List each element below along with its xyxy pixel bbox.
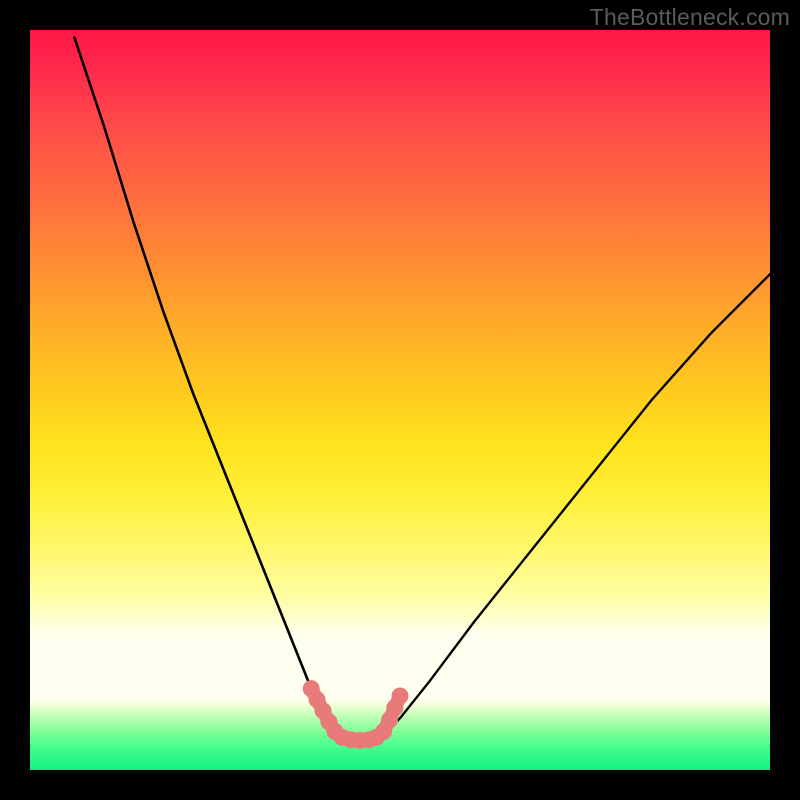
watermark-label: TheBottleneck.com [590, 4, 790, 31]
chart-stage: TheBottleneck.com [0, 0, 800, 800]
heat-gradient [30, 30, 770, 700]
plot-area [30, 30, 770, 770]
green-band [30, 700, 770, 770]
